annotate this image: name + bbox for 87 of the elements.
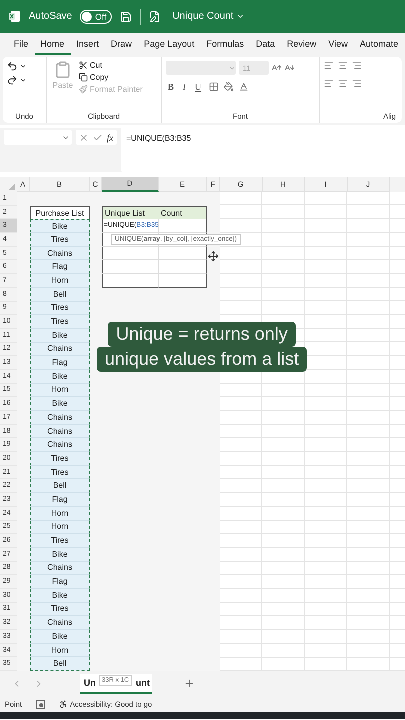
table-cell: Chains [30,424,90,438]
menu-tab[interactable]: Review [281,36,323,55]
table-cell: Purchase List [30,206,90,220]
redo-button[interactable] [7,75,27,86]
table-cell: Bike [30,397,90,411]
move-cursor-icon [208,251,219,262]
menu-tab[interactable]: Draw [105,36,138,55]
chevron-down-icon [229,64,236,72]
add-sheet-button[interactable] [184,678,195,690]
align-top-icon[interactable] [324,61,334,71]
plus-icon [184,678,195,690]
table-cell: Tires [30,233,90,247]
table-cell: Bike [30,219,90,234]
align-middle-icon[interactable] [338,61,348,71]
table-cell: Horn [30,384,90,398]
fill-color-icon[interactable] [224,82,234,92]
clipboard-button[interactable]: Cut [79,61,143,70]
save-icon[interactable] [120,10,132,22]
table-cell: Bike [30,328,90,343]
table-cell: Chains [30,342,90,356]
underline-button[interactable]: U [193,82,204,92]
formula-input[interactable]: =UNIQUE(B3:B35 [120,128,405,172]
autosave-label: AutoSave [29,11,72,22]
table-cell: Tires [30,534,90,548]
redo-icon [7,75,18,86]
table-cell: Bell [30,657,90,672]
font-name-field[interactable] [166,61,236,75]
table-cell: Chains [30,438,90,452]
table-cell: Flag [30,493,90,507]
table-header-cell: Count [159,206,207,220]
menu-tab[interactable]: Automate [354,36,405,55]
italic-button[interactable]: I [181,82,188,92]
table-cell: Flag [30,575,90,589]
table-cell: Horn [30,274,90,288]
table-cell: Flag [30,356,90,370]
align-center-icon[interactable] [338,79,348,89]
table-cell: Chains [30,616,90,630]
table-header-cell: Unique List [102,206,159,220]
enter-icon[interactable] [93,132,103,142]
table-cell: Bike [30,548,90,562]
accessibility-icon [59,700,68,709]
copy-icon [79,73,88,82]
menu-tab[interactable]: Formulas [200,36,250,55]
shrink-font-icon[interactable] [285,63,295,73]
table-cell: Tires [30,302,90,316]
table-cell: Bike [30,630,90,644]
edit-file-icon[interactable] [148,10,161,22]
table-cell: Bell [30,479,90,494]
scissors-icon [79,61,88,70]
table-cell: Tires [30,452,90,466]
table-cell: Bike [30,588,90,603]
insert-function-button[interactable]: fx [107,132,114,142]
excel-logo-icon [8,10,21,23]
table-cell: Bike [30,370,90,384]
table-cell: Flag [30,260,90,274]
paintbrush-icon [79,85,88,94]
menu-tab[interactable]: File [8,36,35,55]
autosave-toggle[interactable]: Off [80,10,112,24]
macro-record-icon[interactable] [36,700,46,709]
undo-button[interactable] [7,61,27,72]
table-cell: Horn [30,520,90,534]
menu-tab[interactable]: Data [250,36,282,55]
table-cell: Chains [30,411,90,425]
font-color-icon[interactable] [238,82,249,92]
borders-icon[interactable] [208,82,219,92]
clipboard-icon [54,61,72,79]
undo-icon [7,61,18,72]
menu-tab[interactable]: Page Layout [138,36,201,55]
menu-tab[interactable]: View [322,36,354,55]
cancel-icon[interactable] [79,132,89,142]
clipboard-button[interactable]: Copy [79,73,143,82]
table-cell: Bell [30,288,90,302]
align-bottom-icon[interactable] [352,61,362,71]
menu-tab[interactable]: Insert [70,36,106,55]
align-right-icon[interactable] [352,79,362,89]
table-cell: Tires [30,602,90,616]
table-cell: Horn [30,644,90,658]
table-cell: Chains [30,562,90,576]
align-left-icon[interactable] [324,79,334,89]
document-title[interactable]: Unique Count [172,11,245,22]
table-cell: Horn [30,506,90,520]
table-cell: Tires [30,466,90,480]
chevron-down-icon [236,12,245,21]
table-cell: Chains [30,246,90,260]
table-cell: Tires [30,315,90,329]
grow-font-icon[interactable] [272,63,282,73]
bold-button[interactable]: B [166,82,176,92]
